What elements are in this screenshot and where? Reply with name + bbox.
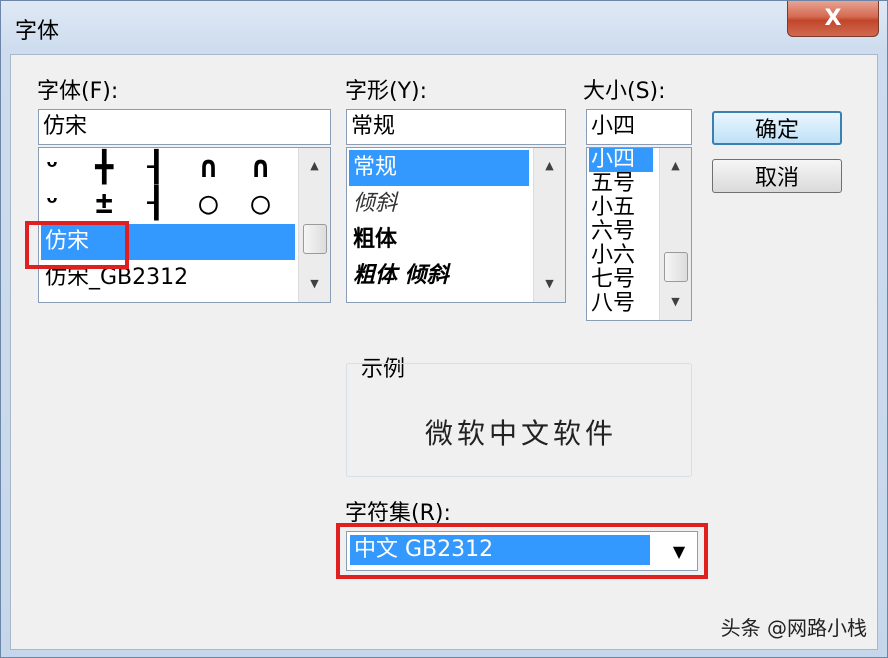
- size-scrollbar[interactable]: ▲ ▼: [659, 148, 691, 320]
- size-list-item[interactable]: 小五: [589, 196, 635, 220]
- font-dialog: 字体 X 字体(F): 仿宋 ᵕ ╋ ┨ ∩ ∩ ┛ ┩ ᵕ ± ┨ ◯ ◯ ▃…: [0, 0, 888, 658]
- size-list[interactable]: 小四 五号 小五 六号 小六 七号 八号 ▲ ▼: [586, 147, 692, 321]
- font-scrollbar[interactable]: ▲ ▼: [298, 148, 330, 302]
- scroll-up-icon[interactable]: ▲: [299, 150, 330, 180]
- size-input[interactable]: 小四: [586, 109, 692, 145]
- sample-text: 微软中文软件: [425, 417, 618, 450]
- scroll-down-icon[interactable]: ▼: [299, 268, 330, 298]
- close-button[interactable]: X: [787, 1, 879, 37]
- style-list-item-selected[interactable]: 常规: [349, 150, 529, 186]
- style-list-item[interactable]: 倾斜: [349, 186, 397, 222]
- scroll-thumb[interactable]: [303, 224, 327, 254]
- window-title: 字体: [15, 19, 60, 44]
- style-label: 字形(Y):: [345, 79, 428, 104]
- close-icon: X: [824, 6, 842, 31]
- style-scrollbar[interactable]: ▲ ▼: [533, 148, 565, 302]
- highlight-box-charset: [336, 523, 708, 579]
- style-input[interactable]: 常规: [346, 109, 566, 145]
- size-list-item[interactable]: 七号: [589, 268, 635, 292]
- size-list-item[interactable]: 八号: [589, 292, 635, 316]
- scroll-thumb[interactable]: [664, 252, 688, 282]
- watermark: 头条 @网路小栈: [720, 616, 867, 640]
- scroll-up-icon[interactable]: ▲: [660, 150, 691, 180]
- font-list-item[interactable]: ᵕ ± ┨ ◯ ◯ ▃: [43, 186, 330, 221]
- style-list-item[interactable]: 粗体 倾斜: [349, 258, 449, 294]
- title-bar[interactable]: 字体 X: [1, 1, 887, 51]
- style-list[interactable]: 常规 倾斜 粗体 粗体 倾斜 ▲ ▼: [346, 147, 566, 303]
- size-list-item[interactable]: 小六: [589, 244, 635, 268]
- font-label: 字体(F):: [37, 79, 119, 104]
- dialog-body: 字体(F): 仿宋 ᵕ ╋ ┨ ∩ ∩ ┛ ┩ ᵕ ± ┨ ◯ ◯ ▃ 仿宋 仿…: [10, 54, 878, 650]
- size-label: 大小(S):: [583, 79, 666, 104]
- style-list-item[interactable]: 粗体: [349, 222, 397, 258]
- size-list-item-selected[interactable]: 小四: [589, 148, 653, 172]
- size-list-item[interactable]: 五号: [589, 172, 635, 196]
- font-list-item[interactable]: ᵕ ╋ ┨ ∩ ∩ ┛ ┩: [43, 150, 330, 185]
- scroll-down-icon[interactable]: ▼: [534, 268, 565, 298]
- highlight-box-font: [25, 221, 129, 269]
- font-input[interactable]: 仿宋: [38, 109, 331, 145]
- scroll-down-icon[interactable]: ▼: [660, 286, 691, 316]
- cancel-button[interactable]: 取消: [712, 159, 842, 193]
- scroll-up-icon[interactable]: ▲: [534, 150, 565, 180]
- ok-button[interactable]: 确定: [712, 111, 842, 145]
- size-list-item[interactable]: 六号: [589, 220, 635, 244]
- sample-group: 微软中文软件: [346, 363, 692, 477]
